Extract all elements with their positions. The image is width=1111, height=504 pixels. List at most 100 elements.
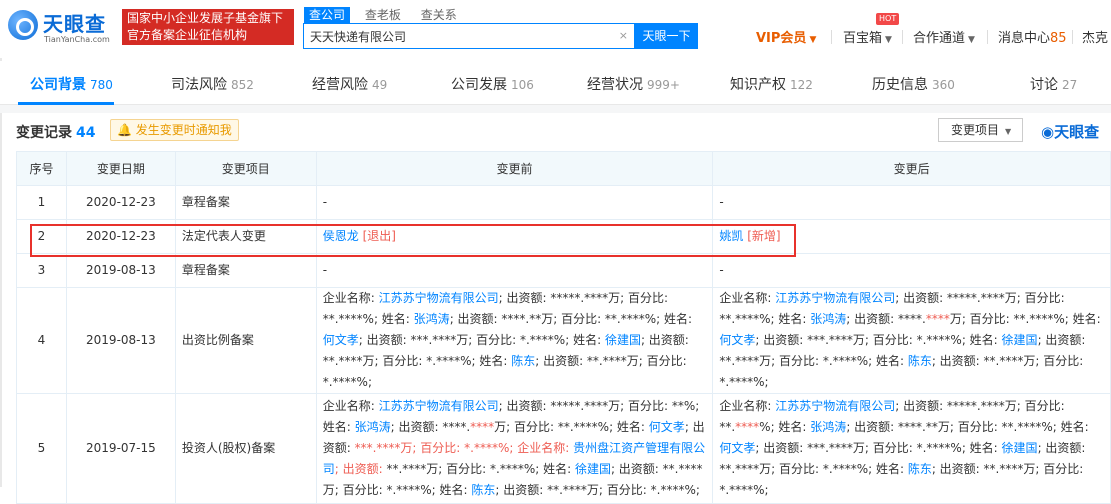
detail-text: %; 姓名: xyxy=(759,420,811,434)
chevron-down-icon: ▼ xyxy=(885,35,892,45)
toolbox-menu[interactable]: 百宝箱 ▼ xyxy=(843,27,892,46)
entity-link[interactable]: 张鸿涛 xyxy=(810,312,846,326)
entity-link[interactable]: 江苏苏宁物流有限公司 xyxy=(379,399,499,413)
entity-link[interactable]: 何文孝 xyxy=(719,441,755,455)
detail-text: ; 出资额: ****. xyxy=(390,420,471,434)
notify-button[interactable]: 🔔 发生变更时通知我 xyxy=(110,119,239,141)
search-tab-relation[interactable]: 查关系 xyxy=(416,7,462,23)
tab-history[interactable]: 历史信息 360 xyxy=(872,74,955,94)
cell-date: 2020-12-23 xyxy=(65,185,176,220)
entity-link[interactable]: 何文孝 xyxy=(649,420,685,434)
cell-no: 1 xyxy=(16,185,67,220)
partner-label: 合作通道 xyxy=(913,31,966,46)
cell-no: 4 xyxy=(16,287,67,394)
top-header: 天眼查 TianYanCha.com 国家中小企业发展子基金旗下 官方备案企业征… xyxy=(0,0,1111,58)
entity-link[interactable]: 陈东 xyxy=(511,354,535,368)
partner-menu[interactable]: 合作通道 ▼ xyxy=(913,27,975,46)
site-logo[interactable]: 天眼查 TianYanCha.com xyxy=(8,8,120,48)
cell-after: 企业名称: 江苏苏宁物流有限公司; 出资额: *****.****万; 百分比:… xyxy=(712,287,1111,394)
changed-text: **** xyxy=(925,312,950,326)
cell-item: 章程备案 xyxy=(174,253,317,288)
tab-ip[interactable]: 知识产权 122 xyxy=(730,74,813,94)
person-link[interactable]: 侯恩龙 xyxy=(323,229,359,243)
tab-operation-risk[interactable]: 经营风险 49 xyxy=(312,74,387,94)
search-button[interactable]: 天眼一下 xyxy=(635,23,698,49)
vip-menu[interactable]: VIP会员 ▼ xyxy=(756,27,816,46)
tab-legal-risk[interactable]: 司法风险 852 xyxy=(171,74,254,94)
cell-after: - xyxy=(712,185,1111,220)
entity-link[interactable]: 徐建国 xyxy=(605,333,641,347)
search-box: × xyxy=(303,23,635,49)
cell-date: 2019-08-13 xyxy=(65,253,176,288)
section-gap xyxy=(0,105,1111,113)
cell-item: 出资比例备案 xyxy=(174,287,317,394)
entity-link[interactable]: 江苏苏宁物流有限公司 xyxy=(775,399,895,413)
tab-development[interactable]: 公司发展 106 xyxy=(451,74,534,94)
cell-before: - xyxy=(315,185,714,220)
chevron-down-icon: ▼ xyxy=(968,35,975,45)
col-header-date: 变更日期 xyxy=(65,151,176,186)
detail-text: **.****万; 百分比: *.****%; 姓名: xyxy=(386,462,575,476)
detail-text: ; 出资额: ****. xyxy=(846,312,926,326)
notify-label: 发生变更时通知我 xyxy=(135,123,232,137)
entity-link[interactable]: 张鸿涛 xyxy=(414,312,450,326)
detail-text: ; 出资额: ***.****万; 百分比: *.****%; 姓名: xyxy=(755,441,1002,455)
detail-text: 企业名称: xyxy=(322,399,379,413)
user-menu[interactable]: 杰克 xyxy=(1082,27,1108,46)
entity-link[interactable]: 江苏苏宁物流有限公司 xyxy=(379,291,499,305)
table-row: 4 2019-08-13 出资比例备案 企业名称: 江苏苏宁物流有限公司; 出资… xyxy=(16,287,1111,394)
tab-company-background[interactable]: 公司背景 780 xyxy=(30,74,113,94)
cell-before: 侯恩龙 [退出] xyxy=(315,219,714,254)
search-tab-boss[interactable]: 查老板 xyxy=(360,7,406,23)
changed-text: ; 出资额: xyxy=(334,462,387,476)
exit-tag: [退出] xyxy=(362,229,396,243)
tab-business-status[interactable]: 经营状况 999+ xyxy=(587,74,680,94)
detail-text: ; 出资额: ****.**万; 百分比: **.****%; 姓名: xyxy=(846,420,1089,434)
tab-label: 经营风险 xyxy=(312,77,368,93)
cell-before: - xyxy=(315,253,714,288)
entity-link[interactable]: 江苏苏宁物流有限公司 xyxy=(775,291,895,305)
entity-link[interactable]: 陈东 xyxy=(908,462,932,476)
cell-item: 投资人(股权)备案 xyxy=(174,393,317,504)
tab-discussion[interactable]: 讨论 27 xyxy=(1030,74,1077,94)
search-tab-company[interactable]: 查公司 xyxy=(304,7,351,23)
chevron-down-icon: ▼ xyxy=(1005,127,1012,136)
entity-link[interactable]: 陈东 xyxy=(908,354,932,368)
search-input[interactable] xyxy=(304,24,614,48)
detail-text: ; 出资额: ***.****万; 百分比: *.****%; 姓名: xyxy=(358,333,605,347)
section-title-label: 变更记录 xyxy=(16,125,72,141)
cell-after: 姚凯 [新增] xyxy=(712,219,1111,254)
search-tabs: 查公司 查老板 查关系 xyxy=(304,7,468,23)
change-item-filter[interactable]: 变更项目 ▼ xyxy=(938,118,1023,142)
hot-badge: HOT xyxy=(876,13,900,25)
detail-text: 企业名称: xyxy=(322,291,379,305)
tab-label: 公司背景 xyxy=(30,77,86,93)
clear-icon[interactable]: × xyxy=(619,29,628,42)
company-tabs: 公司背景 780 司法风险 852 经营风险 49 公司发展 106 经营状况 999+ … xyxy=(0,61,1111,105)
table-row: 1 2020-12-23 章程备案 - - xyxy=(16,185,1111,220)
logo-eye-icon xyxy=(8,10,38,40)
cell-no: 3 xyxy=(16,253,67,288)
entity-link[interactable]: 何文孝 xyxy=(323,333,359,347)
entity-link[interactable]: 何文孝 xyxy=(719,333,755,347)
entity-link[interactable]: 张鸿涛 xyxy=(810,420,846,434)
tab-count: 852 xyxy=(231,78,254,92)
entity-link[interactable]: 徐建国 xyxy=(1002,441,1038,455)
col-header-before: 变更前 xyxy=(315,151,714,186)
entity-link[interactable]: 张鸿涛 xyxy=(355,420,391,434)
change-record-table: 序号 变更日期 变更项目 变更前 变更后 1 2020-12-23 章程备案 -… xyxy=(16,151,1111,504)
detail-text: 企业名称: xyxy=(719,399,776,413)
message-center[interactable]: 消息中心85 xyxy=(998,27,1067,46)
entity-link[interactable]: 徐建国 xyxy=(1002,333,1038,347)
person-link[interactable]: 姚凯 xyxy=(719,229,743,243)
entity-link[interactable]: 陈东 xyxy=(471,483,495,497)
changed-text: **** xyxy=(735,420,760,434)
cell-date: 2020-12-23 xyxy=(65,219,176,254)
brand-label: 天眼查 xyxy=(1054,123,1100,141)
tab-count: 999+ xyxy=(647,78,680,92)
entity-link[interactable]: 徐建国 xyxy=(575,462,611,476)
tab-count: 780 xyxy=(90,78,113,92)
tab-label: 历史信息 xyxy=(872,77,928,93)
detail-text: ; 出资额: ****.**万; 百分比: **.****%; 姓名: xyxy=(449,312,693,326)
table-row: 3 2019-08-13 章程备案 - - xyxy=(16,253,1111,288)
